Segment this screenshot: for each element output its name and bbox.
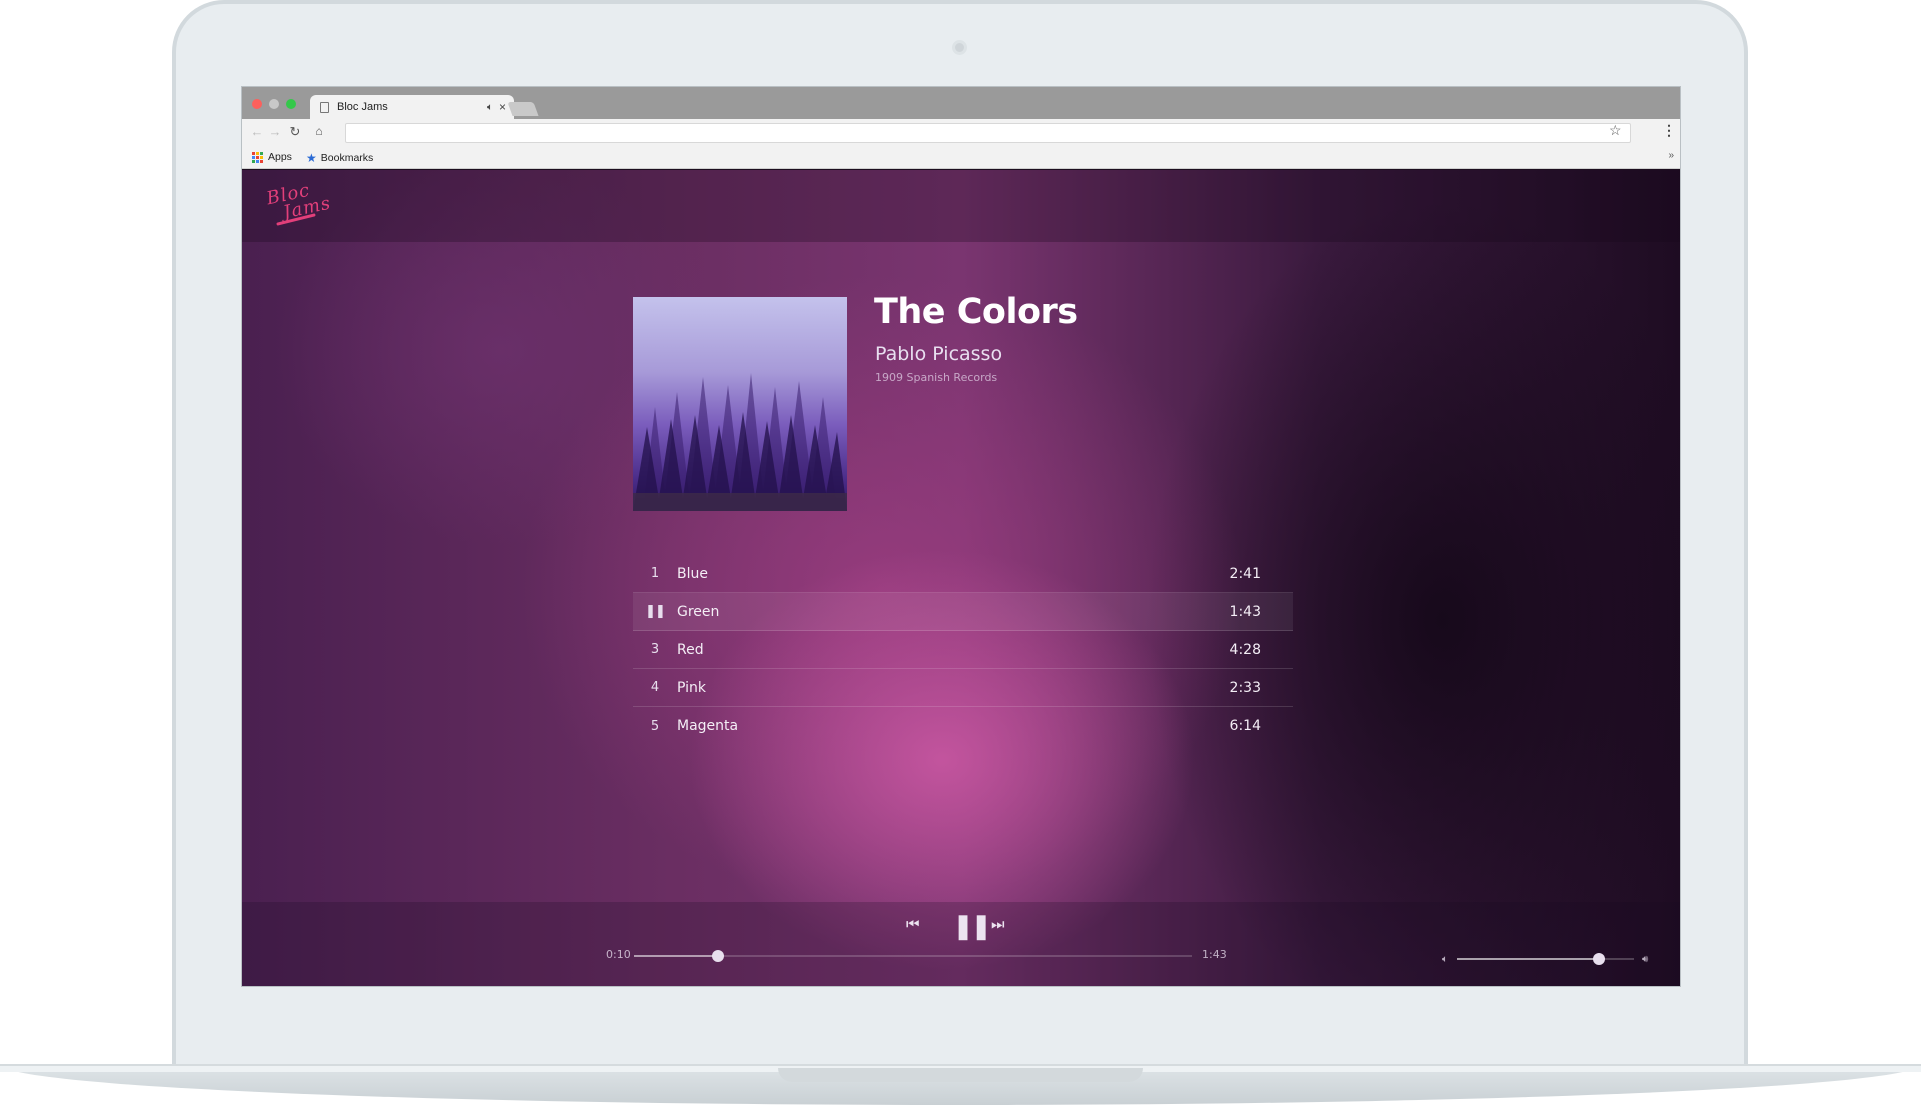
song-row[interactable]: 5 Magenta 6:14: [633, 707, 1293, 745]
document-icon: [320, 101, 329, 113]
forward-arrow-icon[interactable]: →: [266, 124, 284, 139]
bloc-jams-page: Bloc Jams The Colors Pablo Picasso 1909 …: [242, 170, 1680, 986]
song-row-playing[interactable]: ❚❚ Green 1:43: [633, 593, 1293, 631]
song-title: Green: [677, 603, 720, 620]
song-title: Blue: [677, 565, 708, 582]
browser-toolbar: ← → ↻ ⌂ ☆ ⋮: [242, 119, 1680, 147]
player-bar: ⏮︎ ❚❚ ⏭︎ 0:10 1:43 🔈︎ 🔊︎: [242, 902, 1680, 986]
tab-strip: Bloc Jams 🔈︎ ×: [242, 87, 1680, 119]
total-time: 1:43: [1202, 948, 1227, 961]
back-arrow-icon[interactable]: ←: [248, 124, 266, 139]
song-list: 1 Blue 2:41 ❚❚ Green 1:43 3 Red 4:28 4 P…: [633, 555, 1293, 745]
album-title: The Colors: [874, 292, 1078, 332]
song-row[interactable]: 4 Pink 2:33: [633, 669, 1293, 707]
bookmark-star-icon[interactable]: ☆: [1609, 122, 1622, 139]
bookmarks-bar: Apps ★ Bookmarks »: [242, 147, 1680, 169]
song-title: Pink: [677, 679, 707, 696]
song-duration: 6:14: [1229, 718, 1261, 734]
volume-bar-fill: [1457, 958, 1599, 960]
browser-tab[interactable]: Bloc Jams 🔈︎ ×: [310, 95, 514, 119]
seek-bar-thumb[interactable]: [711, 950, 724, 962]
new-tab-button[interactable]: [507, 102, 539, 116]
volume-bar-thumb[interactable]: [1592, 953, 1605, 965]
top-navbar: Bloc Jams: [242, 170, 1680, 242]
laptop-hinge: [778, 1068, 1143, 1082]
bookmark-bookmarks[interactable]: ★ Bookmarks: [306, 151, 373, 165]
album-release-info: 1909 Spanish Records: [875, 371, 998, 384]
song-number: 1: [650, 566, 660, 581]
browser-window: Bloc Jams 🔈︎ × ← → ↻ ⌂ ☆ ⋮ Apps ★ Bookma…: [241, 86, 1681, 987]
close-window-button[interactable]: [252, 99, 262, 109]
tab-title: Bloc Jams: [337, 101, 388, 113]
current-time: 0:10: [606, 948, 631, 961]
audio-playing-icon[interactable]: 🔈︎: [487, 102, 493, 113]
bookmark-apps[interactable]: Apps: [252, 151, 292, 163]
album-artist: Pablo Picasso: [875, 343, 1003, 365]
pause-icon[interactable]: ❚❚: [953, 912, 991, 941]
address-bar[interactable]: [345, 123, 1631, 143]
song-duration: 4:28: [1229, 641, 1261, 658]
song-row[interactable]: 1 Blue 2:41: [633, 555, 1293, 593]
pause-icon[interactable]: ❚❚: [633, 604, 677, 619]
volume-high-icon: 🔊︎: [1642, 954, 1649, 965]
song-number: 4: [650, 680, 660, 695]
previous-icon[interactable]: ⏮︎: [906, 916, 920, 933]
song-duration: 2:41: [1229, 565, 1261, 582]
song-title: Magenta: [677, 718, 739, 734]
apps-grid-icon: [252, 151, 263, 163]
minimize-window-button[interactable]: [269, 99, 279, 109]
camera: [952, 40, 967, 55]
bookmark-apps-label: Apps: [268, 151, 292, 163]
song-duration: 2:33: [1229, 679, 1261, 696]
close-tab-icon[interactable]: ×: [499, 100, 506, 114]
volume-low-icon: 🔈︎: [1442, 954, 1448, 965]
reload-icon[interactable]: ↻: [286, 124, 304, 140]
song-row[interactable]: 3 Red 4:28: [633, 631, 1293, 669]
song-title: Red: [677, 641, 704, 658]
bookmark-bookmarks-label: Bookmarks: [320, 152, 374, 164]
volume-bar[interactable]: [1457, 953, 1634, 965]
song-number: 3: [650, 642, 660, 657]
seek-bar[interactable]: [634, 950, 1192, 962]
bookmarks-overflow-icon[interactable]: »: [1668, 150, 1674, 161]
browser-menu-icon[interactable]: ⋮: [1662, 122, 1676, 139]
album-cover-art: [633, 297, 847, 511]
star-icon: ★: [306, 151, 317, 165]
home-icon[interactable]: ⌂: [310, 124, 328, 138]
song-duration: 1:43: [1229, 603, 1261, 620]
song-number: 5: [650, 718, 660, 734]
next-icon[interactable]: ⏭︎: [991, 916, 1005, 933]
seek-bar-fill: [634, 955, 718, 957]
maximize-window-button[interactable]: [286, 99, 296, 109]
